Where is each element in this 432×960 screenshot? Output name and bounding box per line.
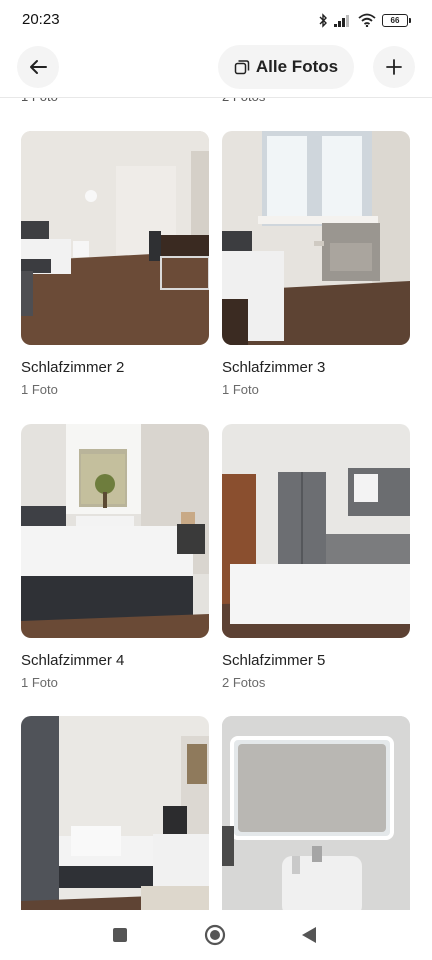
add-button[interactable] <box>373 46 415 88</box>
battery-icon: 66 <box>382 13 411 27</box>
photo-bedroom-2[interactable] <box>21 131 209 345</box>
system-nav-bar <box>0 910 432 960</box>
photo-bedroom-3[interactable] <box>222 131 410 345</box>
card-photo-count: 1 Foto <box>222 382 259 397</box>
recents-button[interactable] <box>113 928 127 942</box>
card-title: Schlafzimmer 3 <box>222 359 326 376</box>
system-back-button[interactable] <box>300 926 318 944</box>
all-photos-button[interactable]: Alle Fotos <box>218 45 354 89</box>
status-bar: 20:23 66 <box>0 0 432 40</box>
photo-bedroom-6[interactable] <box>21 716 209 930</box>
bedroom-photo <box>21 131 209 345</box>
top-nav: Alle Fotos <box>0 40 432 98</box>
card-title: Schlafzimmer 5 <box>222 652 326 669</box>
bedroom-photo <box>21 424 209 638</box>
battery-level: 66 <box>390 15 400 25</box>
card-title: Schlafzimmer 2 <box>21 359 125 376</box>
signal-icon <box>334 14 349 27</box>
card-photo-count: 1 Foto <box>21 675 58 690</box>
bluetooth-icon <box>319 12 327 28</box>
bathroom-photo <box>222 716 410 930</box>
all-photos-label: Alle Fotos <box>255 57 339 76</box>
card-photo-count: 2 Fotos <box>222 675 266 690</box>
status-icons: 66 <box>318 10 411 30</box>
card-title: Schlafzimmer 4 <box>21 652 125 669</box>
arrow-left-icon <box>30 60 47 74</box>
plus-icon <box>386 59 402 75</box>
wifi-icon <box>358 13 376 27</box>
photo-bedroom-4[interactable] <box>21 424 209 638</box>
home-button[interactable] <box>204 924 226 946</box>
card-photo-count: 1 Foto <box>21 382 58 397</box>
photos-stack-icon <box>234 60 250 75</box>
bedroom-photo <box>222 131 410 345</box>
bedroom-photo <box>21 716 209 930</box>
photo-bathroom[interactable] <box>222 716 410 930</box>
back-button[interactable] <box>17 46 59 88</box>
status-time: 20:23 <box>22 11 60 28</box>
photo-bedroom-5[interactable] <box>222 424 410 638</box>
bedroom-photo <box>222 424 410 638</box>
